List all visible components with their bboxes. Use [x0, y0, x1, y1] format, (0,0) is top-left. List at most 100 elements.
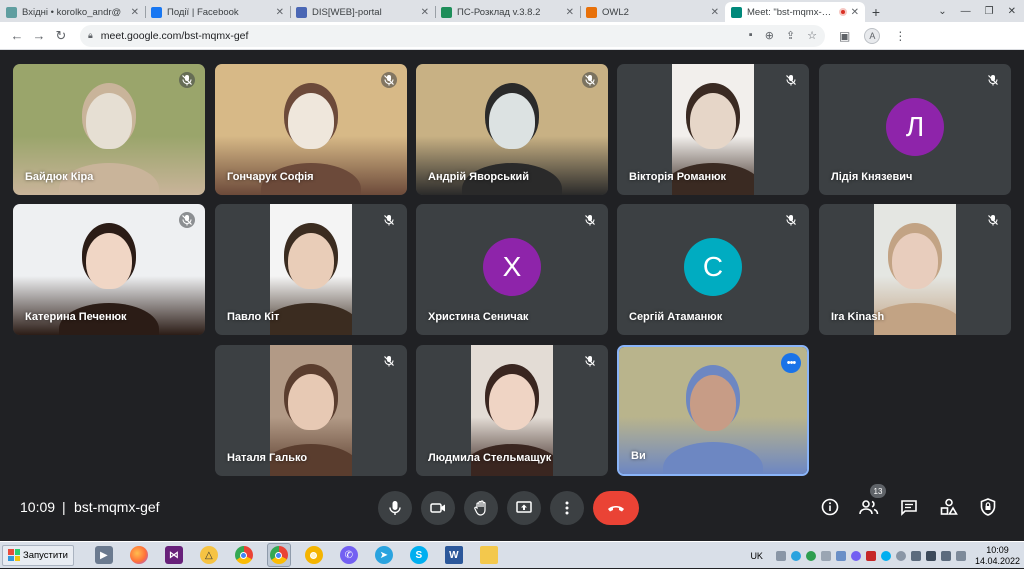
participant-tile[interactable]: Гончарук Софія — [215, 64, 407, 195]
self-options-icon[interactable]: ••• — [781, 353, 801, 373]
participant-tile[interactable]: Павло Кіт — [215, 204, 407, 335]
participant-name: Христина Сеничак — [428, 311, 529, 323]
tab-favicon-icon — [586, 6, 597, 18]
taskbar-chrome[interactable] — [232, 543, 256, 567]
mic-icon — [389, 501, 401, 515]
close-tab-icon[interactable]: ✕ — [131, 7, 139, 18]
signal-icon[interactable] — [925, 550, 936, 561]
browser-tab[interactable]: ПС-Розклад v.3.8.2 ✕ — [435, 2, 580, 22]
participant-tile[interactable]: Ira Kinash — [819, 204, 1011, 335]
participant-video — [619, 347, 807, 474]
raise-hand-icon — [474, 500, 486, 516]
bookmark-star-icon[interactable]: ☆ — [807, 29, 817, 42]
participant-count-badge: 13 — [870, 484, 886, 498]
microphone-button[interactable] — [378, 491, 412, 525]
tab-search-icon[interactable]: ⌄ — [938, 6, 946, 17]
people-button[interactable] — [858, 496, 880, 518]
tab-title: Meet: "bst-mqmx-gef" — [747, 6, 835, 18]
minimize-button[interactable]: — — [961, 6, 971, 17]
power-icon[interactable] — [940, 550, 951, 561]
taskbar-firefox[interactable] — [127, 543, 151, 567]
viber-tray-icon[interactable] — [850, 550, 861, 561]
telegram-tray-icon[interactable] — [790, 550, 801, 561]
zoom-icon[interactable]: ⊕ — [765, 29, 774, 42]
browser-tab[interactable]: Вхідні • korolko_andr@ ✕ — [0, 2, 145, 22]
present-screen-button[interactable] — [507, 491, 541, 525]
browser-tab[interactable]: DIS[WEB]-portal ✕ — [290, 2, 435, 22]
mic-off-icon — [985, 72, 1001, 88]
tab-title: DIS[WEB]-portal — [312, 6, 382, 18]
taskbar-chrome-canary[interactable] — [302, 543, 326, 567]
taskbar-media-player[interactable]: ▶ — [92, 543, 116, 567]
participant-tile[interactable]: С Сергій Атаманюк — [617, 204, 809, 335]
reload-icon[interactable]: ↻ — [50, 28, 72, 44]
participant-tile[interactable]: Наталя Галько — [215, 345, 407, 476]
close-window-button[interactable]: ✕ — [1008, 6, 1016, 17]
keyboard-icon[interactable] — [775, 550, 786, 561]
volume-icon[interactable] — [910, 550, 921, 561]
clipboard-tray-icon[interactable] — [820, 550, 831, 561]
activities-button[interactable] — [938, 496, 960, 518]
new-tab-button[interactable]: + — [865, 2, 887, 22]
participant-tile[interactable]: Ви ••• — [617, 345, 809, 476]
close-tab-icon[interactable]: ✕ — [851, 7, 859, 18]
browser-tab[interactable]: OWL2 ✕ — [580, 2, 725, 22]
share-icon[interactable]: ⇪ — [786, 29, 795, 42]
question-tray-icon[interactable] — [895, 550, 906, 561]
taskbar-chrome-meet[interactable] — [266, 543, 291, 567]
skype-tray-icon[interactable] — [880, 550, 891, 561]
camera-button[interactable] — [421, 491, 455, 525]
participant-tile[interactable]: Людмила Стельмащук — [416, 345, 608, 476]
browser-menu-icon[interactable]: ⋮ — [894, 29, 906, 43]
host-controls-button[interactable] — [977, 496, 999, 518]
side-panel-icon[interactable]: ▣ — [839, 29, 850, 43]
lock-icon[interactable]: 🔒︎ — [88, 30, 93, 41]
participant-tile[interactable]: Байдюк Кіра — [13, 64, 205, 195]
participant-tile[interactable]: Х Христина Сеничак — [416, 204, 608, 335]
leave-call-button[interactable] — [593, 491, 639, 525]
close-tab-icon[interactable]: ✕ — [566, 7, 574, 18]
chat-button[interactable] — [898, 496, 920, 518]
browser-tab[interactable]: Meet: "bst-mqmx-gef" ✕ — [725, 2, 865, 22]
system-clock[interactable]: 10:09 14.04.2022 — [975, 545, 1020, 567]
taskbar-viber[interactable]: ✆ — [337, 543, 361, 567]
maximize-button[interactable]: ❐ — [985, 6, 994, 17]
flag-icon[interactable] — [955, 550, 966, 561]
taskbar-archicad[interactable]: △ — [197, 543, 221, 567]
start-button[interactable]: Запустити — [2, 544, 74, 566]
raise-hand-button[interactable] — [464, 491, 498, 525]
browser-tab[interactable]: Події | Facebook ✕ — [145, 2, 290, 22]
more-options-button[interactable] — [550, 491, 584, 525]
mic-off-icon — [381, 353, 397, 369]
url-text: meet.google.com/bst-mqmx-gef — [100, 29, 249, 42]
language-indicator[interactable]: UK — [750, 551, 763, 561]
url-input[interactable]: 🔒︎ meet.google.com/bst-mqmx-gef ▪ ⊕ ⇪ ☆ — [80, 24, 825, 47]
forward-icon[interactable]: → — [28, 28, 50, 43]
check-tray-icon[interactable] — [805, 550, 816, 561]
tab-title: OWL2 — [602, 6, 629, 18]
profile-avatar[interactable]: A — [864, 27, 881, 44]
participant-tile[interactable]: Андрій Яворський — [416, 64, 608, 195]
taskbar-visual-studio[interactable]: ⋈ — [162, 543, 186, 567]
close-tab-icon[interactable]: ✕ — [276, 7, 284, 18]
person-silhouette — [86, 232, 132, 289]
tab-title: Вхідні • korolko_andr@ — [22, 6, 122, 18]
close-tab-icon[interactable]: ✕ — [711, 7, 719, 18]
back-icon[interactable]: ← — [6, 28, 28, 43]
antivirus-tray-icon[interactable] — [865, 550, 876, 561]
taskbar-word[interactable]: W — [442, 543, 466, 567]
person-silhouette — [288, 92, 334, 149]
participant-tile[interactable]: Вікторія Романюк — [617, 64, 809, 195]
taskbar-telegram[interactable]: ➤ — [372, 543, 396, 567]
visual-studio-icon: ⋈ — [164, 546, 183, 564]
camera-in-use-icon[interactable]: ▪ — [749, 29, 753, 42]
tab-favicon-icon — [151, 6, 162, 18]
meeting-details-button[interactable] — [819, 496, 841, 518]
participant-tile[interactable]: Л Лідія Князевич — [819, 64, 1011, 195]
close-tab-icon[interactable]: ✕ — [421, 7, 429, 18]
network-tray-icon[interactable] — [835, 550, 846, 561]
taskbar-skype[interactable]: S — [407, 543, 431, 567]
archicad-icon: △ — [199, 546, 218, 564]
taskbar-file-explorer[interactable] — [477, 543, 501, 567]
participant-tile[interactable]: Катерина Печенюк — [13, 204, 205, 335]
